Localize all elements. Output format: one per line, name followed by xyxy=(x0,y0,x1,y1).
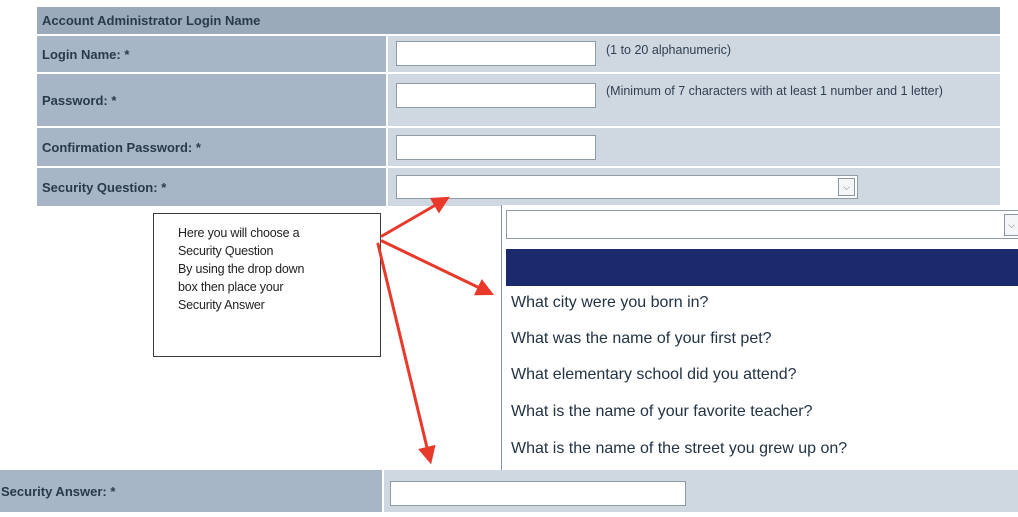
arrow-to-dropdown-options xyxy=(380,239,495,296)
security-answer-input[interactable] xyxy=(390,481,686,506)
arrow-to-question-select xyxy=(380,196,450,238)
security-answer-label: Security Answer: * xyxy=(1,483,116,499)
security-answer-label-cell: Security Answer: * xyxy=(0,470,382,512)
arrow-to-answer-field xyxy=(376,242,436,465)
red-arrow-icon xyxy=(376,196,495,465)
